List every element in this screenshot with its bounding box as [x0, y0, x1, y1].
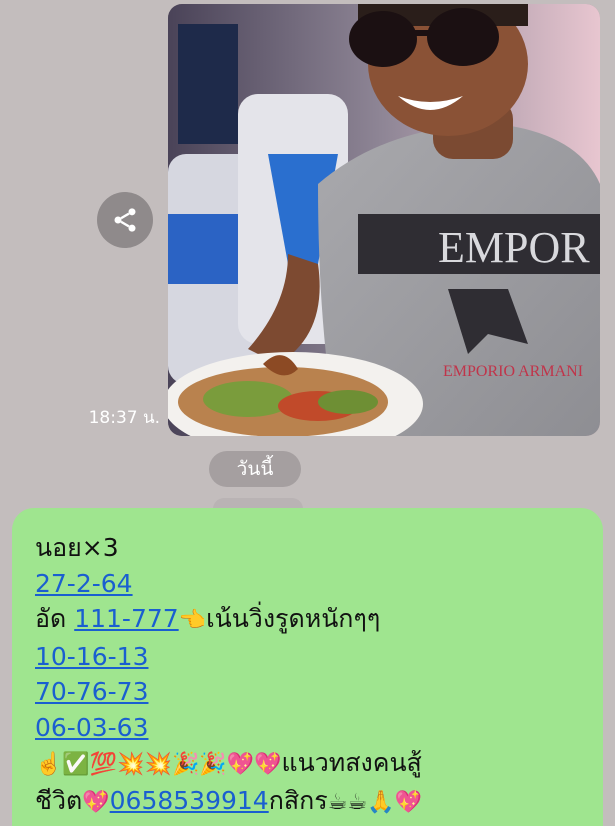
date-link[interactable]: 27-2-64 — [35, 569, 133, 598]
line8-text: กสิกร — [268, 785, 328, 815]
sparkling-heart-icon: 💖 — [82, 789, 110, 815]
phone-number-link[interactable]: 0658539914 — [110, 786, 269, 815]
line8-prefix: ชีวิต — [35, 785, 83, 815]
number-link-111-777[interactable]: 111-777 — [74, 604, 178, 633]
message-line-6: 06-03-63 — [35, 710, 589, 746]
date-divider: วันนี้ — [209, 451, 301, 487]
photo-message[interactable]: EMPOR EMPORIO ARMANI — [168, 4, 600, 436]
message-line-1: นอย×3 — [35, 533, 119, 562]
message-line-7: ☝️✅💯💥💥🎉🎉💖💖แนวทสงคนสู้ — [35, 745, 589, 783]
line3-prefix: อัด — [35, 604, 75, 633]
photo-image: EMPOR EMPORIO ARMANI — [168, 4, 600, 436]
message-line-2: 27-2-64 — [35, 566, 589, 602]
share-button[interactable] — [97, 192, 153, 248]
share-icon — [114, 208, 136, 232]
message-line-4: 10-16-13 — [35, 639, 589, 675]
number-link-70-76-73[interactable]: 70-76-73 — [35, 677, 148, 706]
message-line-3: อัด 111-777👈เน้นวิ่งรูดหนักๆๆ — [35, 601, 589, 639]
shirt-print-text: EMPOR — [438, 223, 590, 272]
message-line-8: ชีวิต💖0658539914กสิกร☕☕🙏💖 — [35, 783, 589, 821]
number-link-06-03-63[interactable]: 06-03-63 — [35, 713, 148, 742]
number-link-10-16-13[interactable]: 10-16-13 — [35, 642, 148, 671]
coffee-pray-heart-icon: ☕☕🙏💖 — [327, 789, 422, 815]
line3-suffix: เน้นวิ่งรูดหนักๆๆ — [206, 604, 381, 633]
text-message-bubble[interactable]: นอย×3 27-2-64 อัด 111-777👈เน้นวิ่งรูดหนั… — [12, 508, 603, 826]
shirt-brand-text: EMPORIO ARMANI — [443, 363, 583, 380]
pointing-hand-icon: 👈 — [178, 608, 207, 633]
message-timestamp: 18:37 น. — [88, 408, 160, 428]
message-line-5: 70-76-73 — [35, 674, 589, 710]
emoji-row-icon: ☝️✅💯💥💥🎉🎉💖💖 — [35, 752, 282, 777]
line7-text: แนวทสงคนสู้ — [281, 748, 422, 777]
